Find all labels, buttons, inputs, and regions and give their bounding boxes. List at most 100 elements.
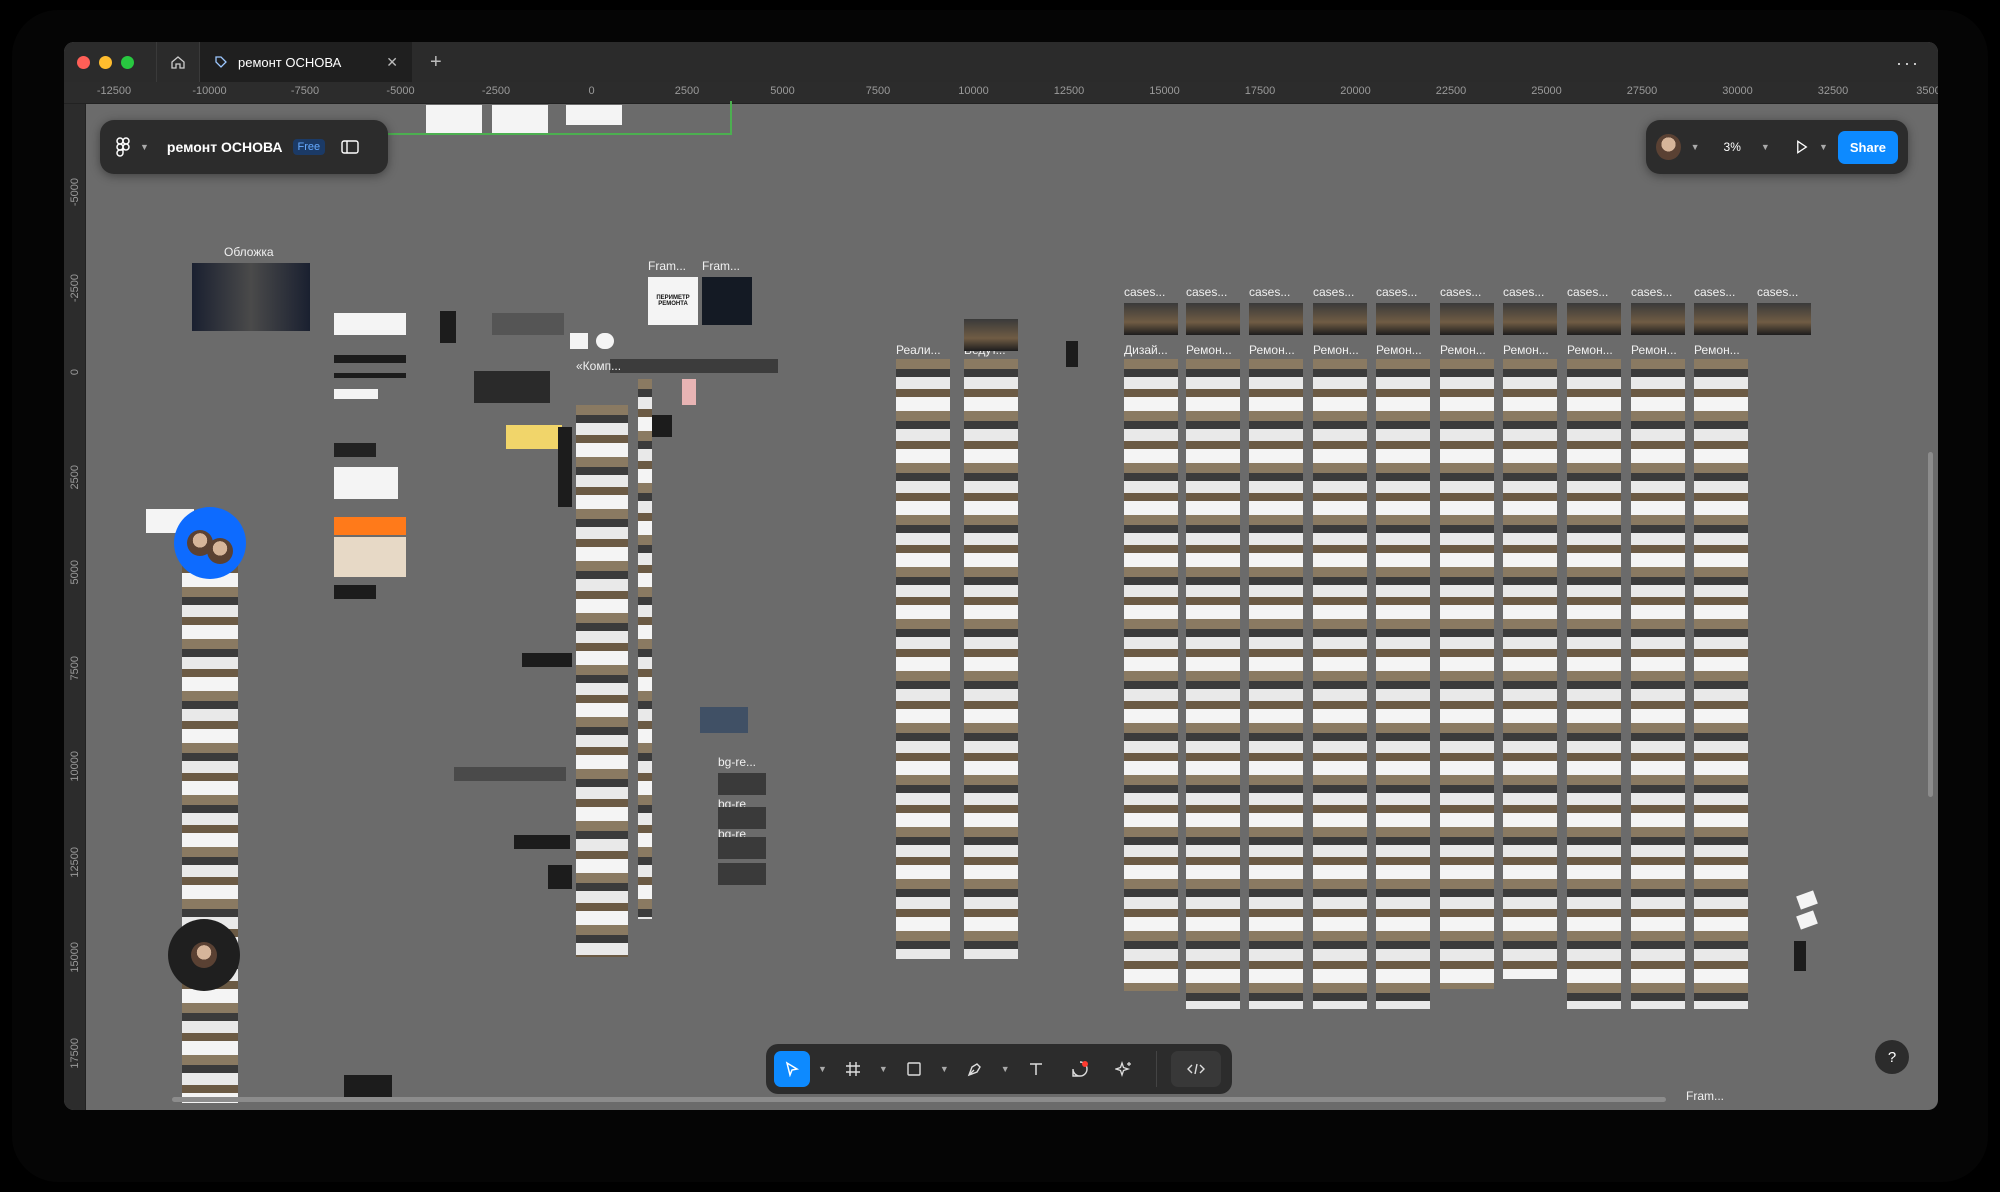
case-cover-thumb[interactable] bbox=[1567, 303, 1621, 335]
case-cover-thumb[interactable] bbox=[1249, 303, 1303, 335]
zoom-level[interactable]: 3% bbox=[1724, 140, 1741, 154]
case-cover-thumb[interactable] bbox=[1376, 303, 1430, 335]
case-page-frame[interactable] bbox=[1440, 359, 1494, 989]
figma-logo-icon[interactable] bbox=[116, 137, 130, 157]
close-tab-icon[interactable]: ✕ bbox=[386, 54, 398, 71]
case-page-frame[interactable] bbox=[1694, 359, 1748, 1009]
page-frame-mobile[interactable] bbox=[638, 379, 652, 919]
frame-label-cases[interactable]: cases... bbox=[1249, 285, 1290, 299]
frame-label-cases[interactable]: cases... bbox=[1631, 285, 1672, 299]
frame-label-case-page[interactable]: Ремон... bbox=[1186, 343, 1232, 357]
dev-mode-button[interactable] bbox=[1170, 1051, 1221, 1087]
frame-label-cases[interactable]: cases... bbox=[1376, 285, 1417, 299]
frame-label-case-page[interactable]: Ремон... bbox=[1249, 343, 1295, 357]
chevron-down-icon[interactable]: ▼ bbox=[1819, 142, 1828, 152]
frame-label-cover[interactable]: Обложка bbox=[210, 245, 274, 259]
maximize-window-button[interactable] bbox=[121, 55, 134, 69]
page-frame-reali[interactable] bbox=[896, 359, 950, 959]
present-play-icon[interactable] bbox=[1794, 139, 1809, 155]
case-cover-thumb[interactable] bbox=[1186, 303, 1240, 335]
logo-frame-dark[interactable] bbox=[702, 277, 752, 325]
chevron-down-icon[interactable]: ▼ bbox=[879, 1064, 888, 1074]
frame-label-cases[interactable]: cases... bbox=[1124, 285, 1165, 299]
frame-thumb bbox=[334, 355, 406, 363]
new-tab-button[interactable]: + bbox=[430, 51, 442, 74]
user-avatar[interactable] bbox=[1656, 134, 1681, 160]
case-cover-thumb[interactable] bbox=[1631, 303, 1685, 335]
frame-label-cases[interactable]: cases... bbox=[1567, 285, 1608, 299]
tab-file[interactable]: ремонт ОСНОВА ✕ bbox=[200, 42, 412, 82]
frame-label-case-page[interactable]: Дизай... bbox=[1124, 343, 1168, 357]
vertical-scrollbar[interactable] bbox=[1928, 452, 1933, 797]
canvas[interactable]: Обложка Fram... Fram... ПЕРИМЕТР РЕМОНТА… bbox=[86, 101, 1938, 1110]
case-page-frame[interactable] bbox=[1376, 359, 1430, 1009]
sidebar-toggle-icon[interactable] bbox=[341, 140, 359, 154]
file-name[interactable]: ремонт ОСНОВА bbox=[167, 139, 283, 155]
chevron-down-icon[interactable]: ▼ bbox=[818, 1064, 827, 1074]
case-page-frame[interactable] bbox=[1503, 359, 1557, 979]
case-cover-thumb[interactable] bbox=[1694, 303, 1748, 335]
case-page-frame[interactable] bbox=[1567, 359, 1621, 1009]
frame-label-cases[interactable]: cases... bbox=[1503, 285, 1544, 299]
frame-label-case-page[interactable]: Ремон... bbox=[1440, 343, 1486, 357]
shape-tool-button[interactable] bbox=[896, 1051, 932, 1087]
frame-label-cases[interactable]: cases... bbox=[1694, 285, 1735, 299]
chevron-down-icon[interactable]: ▼ bbox=[1761, 142, 1770, 152]
home-button[interactable] bbox=[156, 42, 200, 82]
minimize-window-button[interactable] bbox=[99, 55, 112, 69]
frame-label-1[interactable]: Fram... bbox=[648, 259, 686, 273]
help-button[interactable]: ? bbox=[1875, 1040, 1909, 1074]
frame-label-2[interactable]: Fram... bbox=[702, 259, 740, 273]
frame-tool-button[interactable] bbox=[835, 1051, 871, 1087]
collaborator-cursor-bubble[interactable] bbox=[174, 507, 246, 579]
frame-label-case-page[interactable]: Ремон... bbox=[1503, 343, 1549, 357]
case-cover-thumb[interactable] bbox=[1503, 303, 1557, 335]
frame-label-bgre[interactable]: bg-re... bbox=[718, 755, 756, 769]
ai-actions-button[interactable] bbox=[1106, 1051, 1142, 1087]
share-button[interactable]: Share bbox=[1837, 130, 1898, 164]
horizontal-scrollbar[interactable] bbox=[172, 1097, 1666, 1102]
frame-label-cases[interactable]: cases... bbox=[1186, 285, 1227, 299]
case-page-frame[interactable] bbox=[1186, 359, 1240, 1009]
frame-label-case-page[interactable]: Ремон... bbox=[1567, 343, 1613, 357]
frame-label-cases[interactable]: cases... bbox=[1757, 285, 1798, 299]
move-tool-button[interactable] bbox=[774, 1051, 810, 1087]
page-frame-left[interactable] bbox=[182, 535, 238, 1103]
comment-icon bbox=[1071, 1061, 1088, 1077]
cover-frame[interactable] bbox=[192, 263, 310, 331]
case-page-frame[interactable] bbox=[1313, 359, 1367, 1009]
collaborator-cursor-bubble[interactable] bbox=[168, 919, 240, 991]
frame-label-case-page[interactable]: Ремон... bbox=[1631, 343, 1677, 357]
chevron-down-icon[interactable]: ▼ bbox=[140, 142, 149, 152]
frame-thumb bbox=[548, 865, 572, 889]
more-options-icon[interactable]: ··· bbox=[1896, 53, 1920, 74]
logo-frame-light[interactable]: ПЕРИМЕТР РЕМОНТА bbox=[648, 277, 698, 325]
case-cover-thumb[interactable] bbox=[1313, 303, 1367, 335]
chevron-down-icon[interactable]: ▼ bbox=[1691, 142, 1700, 152]
pen-tool-button[interactable] bbox=[957, 1051, 993, 1087]
frame-label-komp[interactable]: «Комп... bbox=[576, 359, 621, 373]
frame-label-cases[interactable]: cases... bbox=[1440, 285, 1481, 299]
page-frame-vedut[interactable] bbox=[964, 359, 1018, 959]
frame-label-case-page[interactable]: Ремон... bbox=[1313, 343, 1359, 357]
chevron-down-icon[interactable]: ▼ bbox=[940, 1064, 949, 1074]
frame-label-cases[interactable]: cases... bbox=[1313, 285, 1354, 299]
frame-label-case-page[interactable]: Ремон... bbox=[1694, 343, 1740, 357]
case-page-frame[interactable] bbox=[1631, 359, 1685, 1009]
case-page-frame[interactable] bbox=[1249, 359, 1303, 1009]
case-cover-thumb[interactable] bbox=[1440, 303, 1494, 335]
chevron-down-icon[interactable]: ▼ bbox=[1001, 1064, 1010, 1074]
frame-label-case-page[interactable]: Ремон... bbox=[1376, 343, 1422, 357]
frame-label-reali[interactable]: Реали... bbox=[896, 343, 941, 357]
case-cover-thumb[interactable] bbox=[1124, 303, 1178, 335]
plan-badge[interactable]: Free bbox=[292, 139, 326, 155]
page-frame-komp[interactable] bbox=[576, 405, 628, 957]
ruler-tick-label: 0 bbox=[69, 369, 81, 376]
text-tool-button[interactable] bbox=[1018, 1051, 1054, 1087]
window-controls bbox=[77, 55, 134, 69]
case-cover-thumb[interactable] bbox=[1757, 303, 1811, 335]
close-window-button[interactable] bbox=[77, 55, 90, 69]
comment-tool-button[interactable] bbox=[1062, 1051, 1098, 1087]
case-page-frame[interactable] bbox=[1124, 359, 1178, 991]
frame-label-bottom[interactable]: Fram... bbox=[1686, 1089, 1724, 1103]
